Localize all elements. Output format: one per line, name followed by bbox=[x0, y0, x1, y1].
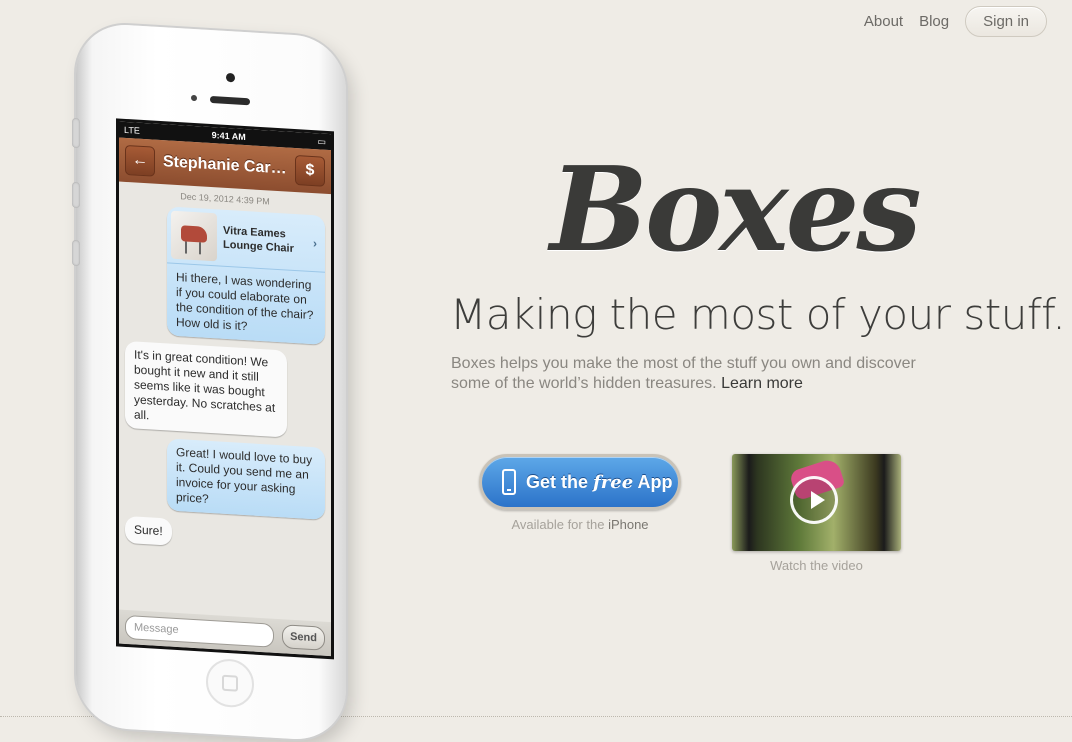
front-camera bbox=[226, 72, 235, 83]
message-text: Hi there, I was wondering if you could e… bbox=[176, 269, 314, 334]
messages-app: LTE 9:41 AM ▭ ← Stephanie Carpen... $ De… bbox=[119, 121, 331, 657]
message-bubble-outgoing: Vitra Eames Lounge Chair › Hi there, I w… bbox=[167, 206, 325, 345]
battery-icon: ▭ bbox=[317, 135, 326, 147]
cta-label-post: App bbox=[637, 471, 673, 492]
dollar-icon: $ bbox=[305, 161, 315, 180]
sign-in-button[interactable]: Sign in bbox=[965, 6, 1047, 37]
mute-switch bbox=[72, 117, 80, 149]
volume-down-button bbox=[72, 239, 80, 267]
message-bubble-incoming: It's in great condition! We bought it ne… bbox=[125, 340, 287, 438]
contact-name: Stephanie Carpen... bbox=[163, 153, 287, 179]
carrier-label: LTE bbox=[124, 124, 140, 136]
iphone-illustration: LTE 9:41 AM ▭ ← Stephanie Carpen... $ De… bbox=[72, 22, 346, 742]
cta-label-free: free bbox=[593, 471, 634, 493]
back-button[interactable]: ← bbox=[125, 144, 155, 177]
item-card[interactable]: Vitra Eames Lounge Chair › bbox=[167, 206, 325, 273]
description-text: Boxes helps you make the most of the stu… bbox=[451, 355, 916, 392]
availability-note: Available for the iPhone bbox=[479, 517, 681, 532]
video-section: Watch the video bbox=[732, 454, 901, 573]
payment-button[interactable]: $ bbox=[295, 155, 325, 187]
platform-name: iPhone bbox=[608, 517, 649, 532]
proximity-sensor bbox=[191, 94, 197, 102]
arrow-left-icon: ← bbox=[132, 151, 148, 170]
iphone-icon bbox=[502, 469, 516, 495]
nav-blog-link[interactable]: Blog bbox=[919, 13, 949, 30]
page-tagline: Making the most of your stuff. bbox=[450, 290, 1066, 339]
volume-up-button bbox=[72, 181, 80, 209]
message-text: Great! I would love to buy it. Could you… bbox=[176, 444, 313, 506]
cta-label-pre: Get the bbox=[526, 471, 589, 492]
chevron-right-icon: › bbox=[313, 235, 317, 250]
boxes-logo: Boxes bbox=[550, 142, 922, 278]
play-icon[interactable] bbox=[790, 476, 838, 524]
video-caption[interactable]: Watch the video bbox=[732, 558, 901, 573]
cta-label: Get the free App bbox=[526, 472, 673, 493]
get-app-button[interactable]: Get the free App bbox=[479, 454, 681, 510]
message-input[interactable]: Message bbox=[125, 614, 275, 648]
top-nav: About Blog Sign in bbox=[864, 6, 1047, 37]
product-description: Boxes helps you make the most of the stu… bbox=[451, 354, 941, 394]
availability-text: Available for the bbox=[511, 517, 605, 532]
status-time: 9:41 AM bbox=[211, 130, 246, 143]
message-bubble-outgoing: Great! I would love to buy it. Could you… bbox=[167, 438, 325, 520]
download-section: Get the free App Available for the iPhon… bbox=[479, 454, 681, 532]
message-bubble-incoming: Sure! bbox=[125, 515, 172, 546]
send-button[interactable]: Send bbox=[282, 624, 325, 651]
nav-about-link[interactable]: About bbox=[864, 13, 903, 30]
item-name: Vitra Eames Lounge Chair bbox=[223, 224, 294, 255]
learn-more-link[interactable]: Learn more bbox=[721, 375, 803, 392]
phone-screen: LTE 9:41 AM ▭ ← Stephanie Carpen... $ De… bbox=[116, 118, 334, 660]
message-text: Sure! bbox=[134, 522, 163, 539]
chair-thumbnail bbox=[171, 210, 217, 262]
message-text: It's in great condition! We bought it ne… bbox=[134, 347, 276, 423]
video-thumbnail[interactable] bbox=[732, 454, 901, 551]
